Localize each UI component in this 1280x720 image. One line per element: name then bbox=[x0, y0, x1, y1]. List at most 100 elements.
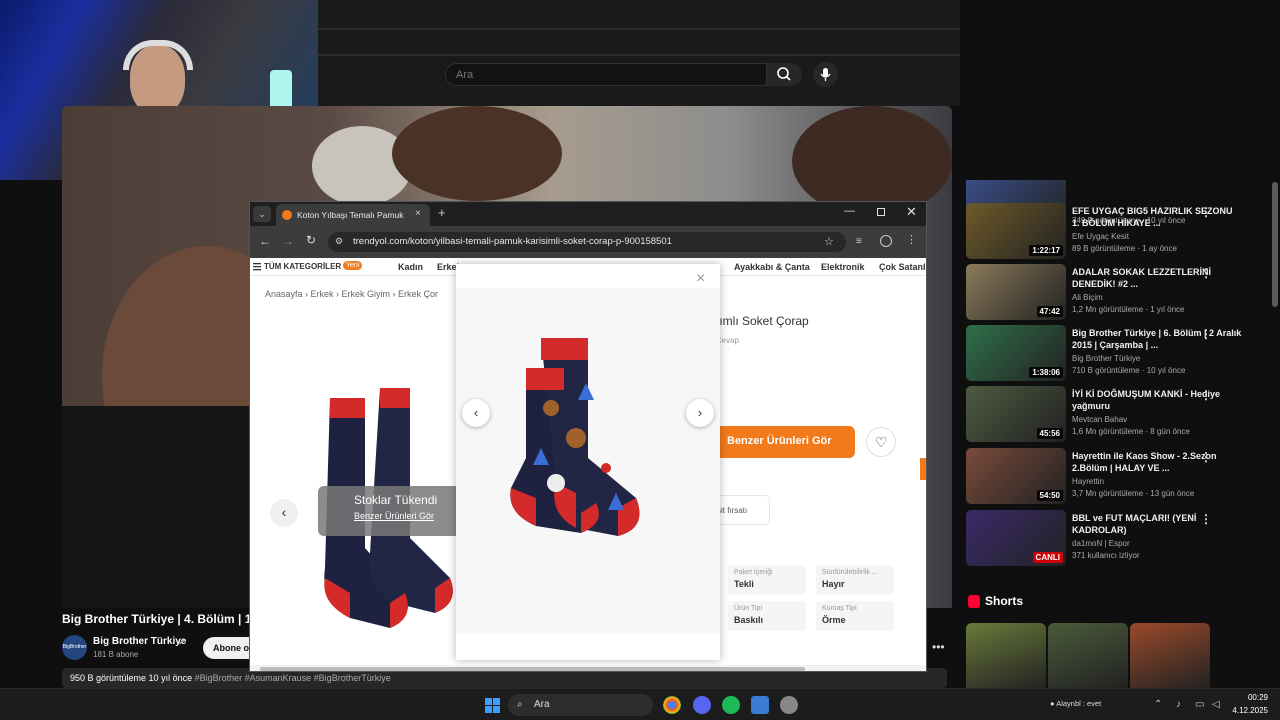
mic-button[interactable] bbox=[813, 62, 838, 87]
search-button[interactable] bbox=[767, 63, 802, 86]
similar-products-button[interactable]: Benzer Ürünleri Gör bbox=[713, 426, 855, 458]
more-options-icon[interactable]: ••• bbox=[932, 640, 952, 658]
search-icon: ⌕ bbox=[517, 699, 523, 710]
video-thumbnail[interactable]: 1:22:17 bbox=[966, 203, 1066, 259]
modal-next-button[interactable]: › bbox=[686, 399, 714, 427]
taskbar-search[interactable]: ⌕ Ara bbox=[508, 694, 653, 716]
recommended-channel[interactable]: Big Brother Türkiye bbox=[1072, 354, 1140, 363]
recommended-video-title[interactable]: ADALAR SOKAK LEZZETLERİNİ DENEDİK! #2 ..… bbox=[1072, 266, 1242, 290]
spotify-icon[interactable] bbox=[722, 696, 740, 714]
more-vert-icon[interactable]: ⋮ bbox=[1200, 388, 1212, 402]
recommended-channel[interactable]: da1moN | Espor bbox=[1072, 539, 1130, 548]
site-info-icon[interactable]: ⚙ bbox=[335, 236, 343, 247]
modal-prev-button[interactable]: ‹ bbox=[462, 399, 490, 427]
horizontal-scrollbar[interactable] bbox=[250, 665, 926, 671]
trendyol-favicon-icon bbox=[282, 210, 292, 220]
mic-icon[interactable]: ♪ bbox=[1176, 699, 1181, 710]
tab-active[interactable]: Koton Yılbaşı Temalı Pamuk Karı × bbox=[276, 204, 430, 226]
recommended-video[interactable]: 1:22:17 EFE UYGAÇ BIG5 HAZIRLIK SEZONU 1.… bbox=[966, 203, 1266, 263]
recommended-video-title[interactable]: İYİ Kİ DOĞMUŞUM KANKİ - Hediye yağmuru bbox=[1072, 388, 1242, 412]
duration-badge: 54:50 bbox=[1036, 490, 1063, 501]
breadcrumb[interactable]: Anasayfa › Erkek › Erkek Giyim › Erkek Ç… bbox=[265, 289, 438, 299]
views-age: 950 B görüntüleme 10 yıl önce bbox=[70, 673, 193, 683]
video-thumbnail[interactable]: 1:38:06 bbox=[966, 325, 1066, 381]
trendyol-page: TÜM KATEGORİLER Yeni Kadın Erkek Ayakkab… bbox=[250, 258, 926, 671]
address-bar[interactable]: ⚙ trendyol.com/koton/yilbasi-temali-pamu… bbox=[328, 232, 846, 252]
profile-icon[interactable] bbox=[880, 235, 892, 247]
recommended-video-title[interactable]: Hayrettin ile Kaos Show - 2.Sezon 2.Bölü… bbox=[1072, 450, 1242, 474]
more-vert-icon[interactable]: ⋮ bbox=[1200, 512, 1212, 526]
recommended-channel[interactable]: Ali Biçim bbox=[1072, 293, 1103, 302]
recommended-video[interactable]: 1:38:06 Big Brother Türkiye | 6. Bölüm | … bbox=[966, 325, 1266, 385]
back-button[interactable]: ← bbox=[259, 234, 271, 248]
more-vert-icon[interactable]: ⋮ bbox=[1200, 327, 1212, 341]
tab-close-button[interactable]: × bbox=[415, 208, 421, 219]
browser-window: ⌄ Koton Yılbaşı Temalı Pamuk Karı × + — … bbox=[249, 201, 927, 672]
category-kadin[interactable]: Kadın bbox=[398, 262, 423, 272]
video-thumbnail[interactable]: 45:56 bbox=[966, 386, 1066, 442]
more-vert-icon[interactable]: ⋮ bbox=[1200, 266, 1212, 280]
attribute-value: Baskılı bbox=[734, 615, 764, 625]
extensions-icon[interactable]: ≡ bbox=[856, 236, 862, 247]
more-vert-icon[interactable]: ⋮ bbox=[1200, 450, 1212, 464]
hamburger-icon[interactable] bbox=[253, 263, 263, 271]
discord-icon[interactable] bbox=[693, 696, 711, 714]
short-thumbnail[interactable] bbox=[1048, 623, 1128, 688]
modal-close-button[interactable]: × bbox=[696, 270, 705, 288]
clock-time[interactable]: 00:29 bbox=[1218, 693, 1268, 702]
gallery-prev-button[interactable]: ‹ bbox=[270, 499, 298, 527]
reload-button[interactable]: ↻ bbox=[306, 233, 316, 247]
network-icon[interactable]: ▭ bbox=[1195, 699, 1204, 710]
recommended-channel[interactable]: Mevtcan Bahav bbox=[1072, 415, 1127, 424]
url-text[interactable]: trendyol.com/koton/yilbasi-temali-pamuk-… bbox=[353, 236, 672, 247]
attribute-key: Sürdürülebilirlik ... bbox=[822, 569, 878, 576]
channel-name[interactable]: Big Brother Türkiye bbox=[93, 636, 186, 647]
close-window-button[interactable]: ✕ bbox=[906, 204, 917, 220]
maximize-button[interactable] bbox=[877, 208, 885, 216]
chevron-up-icon[interactable]: ⌃ bbox=[1154, 699, 1162, 710]
minimize-button[interactable]: — bbox=[844, 205, 855, 217]
category-cok-satanlar[interactable]: Çok Satanlar bbox=[879, 262, 926, 272]
app-icon[interactable] bbox=[751, 696, 769, 714]
category-elektronik[interactable]: Elektronik bbox=[821, 262, 865, 272]
recommended-meta: 3,7 Mn görüntüleme · 13 gün önce bbox=[1072, 489, 1195, 498]
recommended-video-title[interactable]: Big Brother Türkiye | 6. Bölüm | 2 Aralı… bbox=[1072, 327, 1242, 351]
recommended-meta: 710 B görüntüleme · 10 yıl önce bbox=[1072, 366, 1186, 375]
recommended-video[interactable]: 54:50 Hayrettin ile Kaos Show - 2.Sezon 2… bbox=[966, 448, 1266, 508]
clock-date[interactable]: 4.12.2025 bbox=[1218, 706, 1268, 715]
recommended-video-title[interactable]: EFE UYGAÇ BIG5 HAZIRLIK SEZONU 1. BÖLÜM … bbox=[1072, 205, 1242, 229]
new-tab-button[interactable]: + bbox=[438, 205, 446, 220]
recommended-channel[interactable]: Efe Uygaç Kesit bbox=[1072, 232, 1129, 241]
recommended-video[interactable]: CANLI BBL ve FUT MAÇLARI! (YENİ KADROLAR)… bbox=[966, 510, 1266, 570]
forward-button[interactable]: → bbox=[282, 234, 294, 248]
short-thumbnail[interactable] bbox=[1130, 623, 1210, 688]
chrome-icon[interactable] bbox=[663, 696, 681, 714]
video-thumbnail[interactable]: 47:42 bbox=[966, 264, 1066, 320]
recommended-video-title[interactable]: BBL ve FUT MAÇLARI! (YENİ KADROLAR) bbox=[1072, 512, 1242, 536]
recommended-video[interactable]: 47:42 ADALAR SOKAK LEZZETLERİNİ DENEDİK! … bbox=[966, 264, 1266, 324]
category-ayakkabi-canta[interactable]: Ayakkabı & Çanta bbox=[734, 262, 810, 272]
attribute-card: Kumaş Tipi Örme bbox=[816, 601, 894, 631]
more-vert-icon[interactable]: ⋮ bbox=[1200, 205, 1212, 219]
video-thumbnail[interactable]: 54:50 bbox=[966, 448, 1066, 504]
all-categories-link[interactable]: TÜM KATEGORİLER bbox=[264, 262, 341, 271]
chrome-menu-button[interactable]: ⋮ bbox=[906, 233, 917, 246]
recommended-channel[interactable]: Hayrettin bbox=[1072, 477, 1104, 486]
toolbar: ← → ↻ ⚙ trendyol.com/koton/yilbasi-temal… bbox=[250, 226, 926, 258]
video-thumbnail[interactable]: CANLI bbox=[966, 510, 1066, 566]
attribute-card: Sürdürülebilirlik ... Hayır bbox=[816, 565, 894, 595]
scrollbar[interactable] bbox=[1272, 182, 1278, 307]
hashtags[interactable]: #BigBrother #AsumanKrause #BigBrotherTür… bbox=[195, 673, 391, 683]
short-thumbnail[interactable] bbox=[966, 623, 1046, 688]
search-input[interactable]: Ara bbox=[445, 63, 767, 86]
avatar[interactable]: BigBrother bbox=[62, 635, 87, 660]
sold-out-similar-link[interactable]: Benzer Ürünleri Gör bbox=[354, 511, 462, 521]
start-button[interactable] bbox=[485, 698, 500, 713]
side-tab[interactable] bbox=[920, 458, 926, 480]
recommended-video[interactable]: 45:56 İYİ Kİ DOĞMUŞUM KANKİ - Hediye yağm… bbox=[966, 386, 1266, 446]
bookmark-star-icon[interactable]: ☆ bbox=[824, 235, 834, 248]
tab-search-button[interactable]: ⌄ bbox=[253, 206, 271, 222]
app-icon[interactable] bbox=[780, 696, 798, 714]
favorite-heart-icon[interactable]: ♡ bbox=[866, 427, 896, 457]
search-icon bbox=[777, 67, 791, 81]
